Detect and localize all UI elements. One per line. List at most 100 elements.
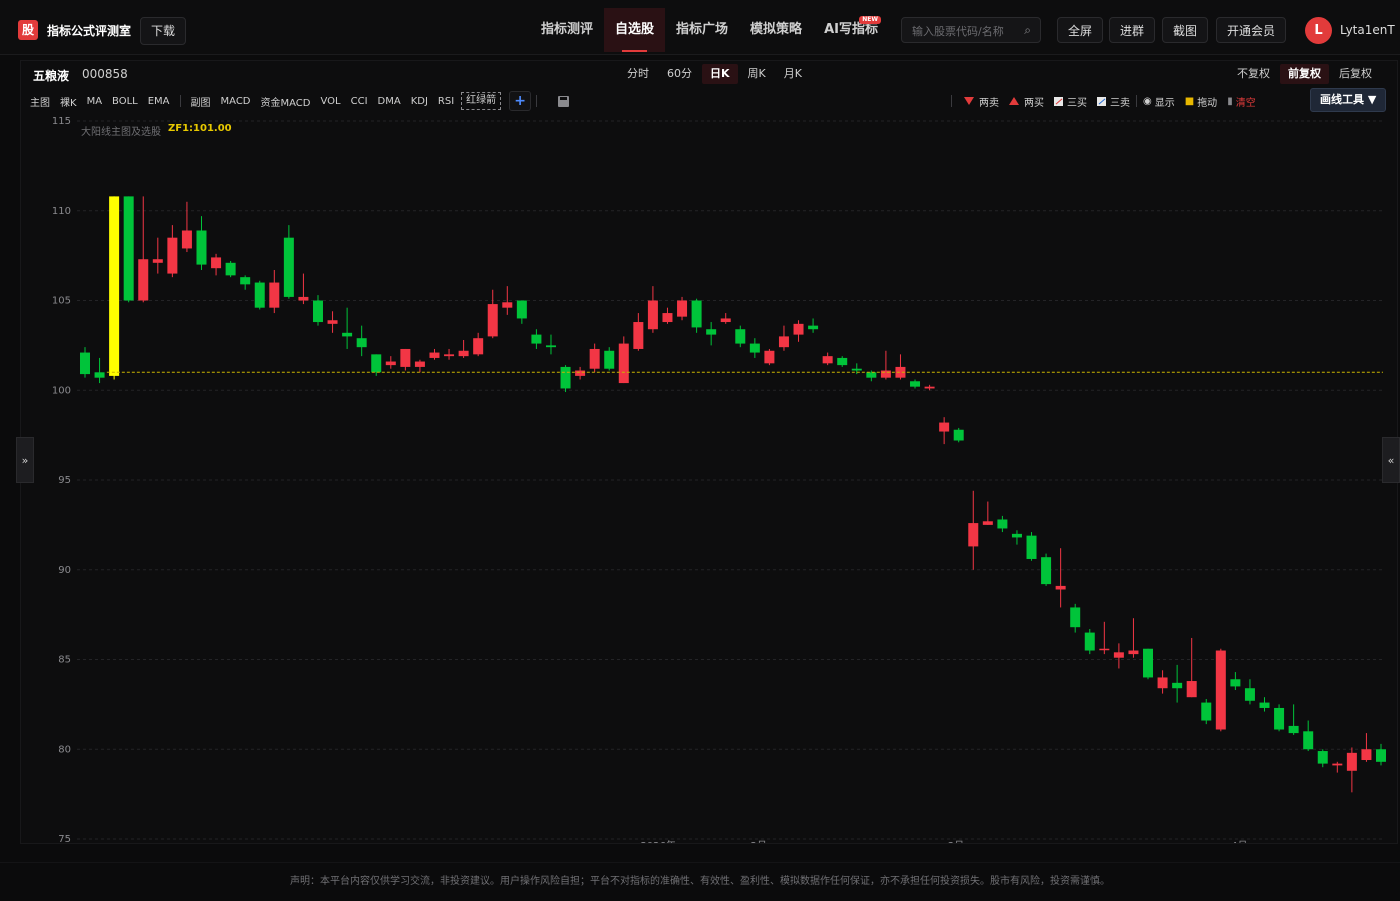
candle-body xyxy=(531,334,542,344)
search-icon[interactable]: ⌕ xyxy=(1024,23,1031,38)
candle-body xyxy=(1317,751,1328,764)
stock-search-input[interactable] xyxy=(910,21,1018,41)
nav-ai-indicator[interactable]: AI写指标 NEW xyxy=(813,8,889,52)
candle-body xyxy=(589,348,600,369)
candle-body xyxy=(1186,681,1197,698)
candle-body xyxy=(80,352,90,375)
candle-body xyxy=(1332,763,1343,766)
candle-body xyxy=(545,345,556,348)
candle-body xyxy=(1303,731,1314,750)
tool-buy-2[interactable]: 两买 xyxy=(1009,94,1044,109)
tool-sell-2[interactable]: 两卖 xyxy=(964,94,999,109)
tab-daily[interactable]: 日K xyxy=(702,64,738,84)
sell-3-icon xyxy=(1097,96,1106,106)
tool-drag[interactable]: ■ 拖动 xyxy=(1185,94,1217,109)
nav-indicator-plaza[interactable]: 指标广场 xyxy=(665,8,739,52)
indicator-ma[interactable]: MA xyxy=(82,96,107,107)
screenshot-button[interactable]: 截图 xyxy=(1162,17,1209,43)
tab-intraday[interactable]: 分时 xyxy=(619,64,657,84)
candle-body xyxy=(385,361,396,366)
candle-body xyxy=(1113,652,1124,658)
eye-icon: ◉ xyxy=(1143,95,1152,107)
candle-body xyxy=(1346,752,1357,771)
x-tick-label: 3月 xyxy=(948,840,964,843)
candle-body xyxy=(1026,535,1037,559)
y-tick-label: 85 xyxy=(58,655,71,666)
x-tick-label: 2026年 xyxy=(640,839,675,843)
indicator-vol[interactable]: VOL xyxy=(316,96,346,107)
tab-no-adjust[interactable]: 不复权 xyxy=(1229,64,1278,84)
add-indicator-button[interactable]: + xyxy=(509,91,532,111)
candle-body xyxy=(1157,677,1168,689)
indicator-fund-macd[interactable]: 资金MACD xyxy=(256,94,316,109)
candle-body xyxy=(1070,607,1081,628)
candle-body xyxy=(123,196,134,301)
indicator-bar: 主图 裸K MA BOLL EMA 副图 MACD 资金MACD VOL CCI… xyxy=(25,91,570,111)
candle-body xyxy=(167,237,178,274)
indicator-bare-k[interactable]: 裸K xyxy=(55,94,82,109)
new-badge: NEW xyxy=(859,16,881,24)
candle-body xyxy=(240,277,251,285)
tool-clear[interactable]: ▮ 清空 xyxy=(1227,94,1256,109)
candle-body xyxy=(1361,749,1372,761)
indicator-sub-chart[interactable]: 副图 xyxy=(186,94,216,109)
indicator-rsi[interactable]: RSI xyxy=(433,96,459,107)
nav-simulated-strategy[interactable]: 模拟策略 xyxy=(739,8,813,52)
nav-indicator-review[interactable]: 指标测评 xyxy=(530,8,604,52)
candle-body xyxy=(487,304,498,337)
kline-chart-area[interactable]: 大阳线主图及选股 ZF1:101.00 75 80 85 90 95 100 105 110 1… xyxy=(21,113,1397,843)
tool-show-label: 显示 xyxy=(1154,97,1175,109)
tab-monthly[interactable]: 月K xyxy=(776,64,810,84)
candle-body xyxy=(429,352,440,358)
fullscreen-button[interactable]: 全屏 xyxy=(1057,17,1104,43)
kline-chart[interactable]: 75 80 85 90 95 100 105 110 115 2026年 2月 3月 4月 xyxy=(21,113,1397,843)
expand-left-panel-button[interactable]: » xyxy=(16,437,34,483)
nav-watchlist[interactable]: 自选股 xyxy=(604,8,666,52)
tool-clear-label: 清空 xyxy=(1235,97,1256,109)
candle-body xyxy=(866,372,877,378)
x-tick-label: 4月 xyxy=(1231,840,1247,843)
candle-body xyxy=(502,302,513,308)
indicator-cci[interactable]: CCI xyxy=(346,96,373,107)
candle-body xyxy=(968,523,979,547)
indicator-main-chart[interactable]: 主图 xyxy=(25,94,55,109)
username[interactable]: Lyta1enT xyxy=(1340,23,1395,37)
avatar[interactable]: L xyxy=(1305,17,1332,44)
join-group-button[interactable]: 进群 xyxy=(1109,17,1156,43)
indicator-boll[interactable]: BOLL xyxy=(107,96,143,107)
candle-body xyxy=(1215,650,1226,730)
candle-body xyxy=(924,386,935,389)
indicator-kdj[interactable]: KDJ xyxy=(406,96,433,107)
tool-show[interactable]: ◉ 显示 xyxy=(1143,94,1175,109)
candle-body xyxy=(618,343,629,384)
candle-body xyxy=(997,519,1008,529)
top-bar: 股 指标公式评测室 下载 指标测评 自选股 指标广场 模拟策略 AI写指标 NE… xyxy=(0,0,1400,55)
candle-body xyxy=(298,296,309,301)
tool-sell-3[interactable]: 三卖 xyxy=(1097,94,1130,109)
tool-buy-3[interactable]: 三买 xyxy=(1054,94,1087,109)
draw-tools-button[interactable]: 画线工具 ▼ xyxy=(1310,88,1387,112)
indicator-dma[interactable]: DMA xyxy=(373,96,406,107)
expand-right-panel-button[interactable]: « xyxy=(1382,437,1400,483)
candle-body xyxy=(327,320,338,324)
indicator-ema[interactable]: EMA xyxy=(143,96,175,107)
divider xyxy=(1136,95,1137,107)
y-tick-label: 75 xyxy=(58,834,71,843)
tab-60min[interactable]: 60分 xyxy=(659,64,700,84)
candle-body xyxy=(560,366,571,389)
indicator-macd[interactable]: MACD xyxy=(216,96,256,107)
candle-body xyxy=(778,336,789,348)
tab-backward-adjust[interactable]: 后复权 xyxy=(1331,64,1380,84)
triangle-down-icon xyxy=(964,97,974,105)
download-button[interactable]: 下载 xyxy=(140,17,187,45)
tool-drag-label: 拖动 xyxy=(1197,97,1218,109)
indicator-red-green-arrow[interactable]: 红绿箭 xyxy=(461,92,502,110)
tab-forward-adjust[interactable]: 前复权 xyxy=(1280,64,1329,84)
save-icon[interactable] xyxy=(558,95,570,107)
candle-body xyxy=(910,381,921,387)
candle-body xyxy=(880,370,891,378)
candle-body xyxy=(604,350,615,369)
tab-weekly[interactable]: 周K xyxy=(740,64,774,84)
vip-button[interactable]: 开通会员 xyxy=(1216,17,1287,43)
tool-sell-2-label: 两卖 xyxy=(979,97,999,109)
